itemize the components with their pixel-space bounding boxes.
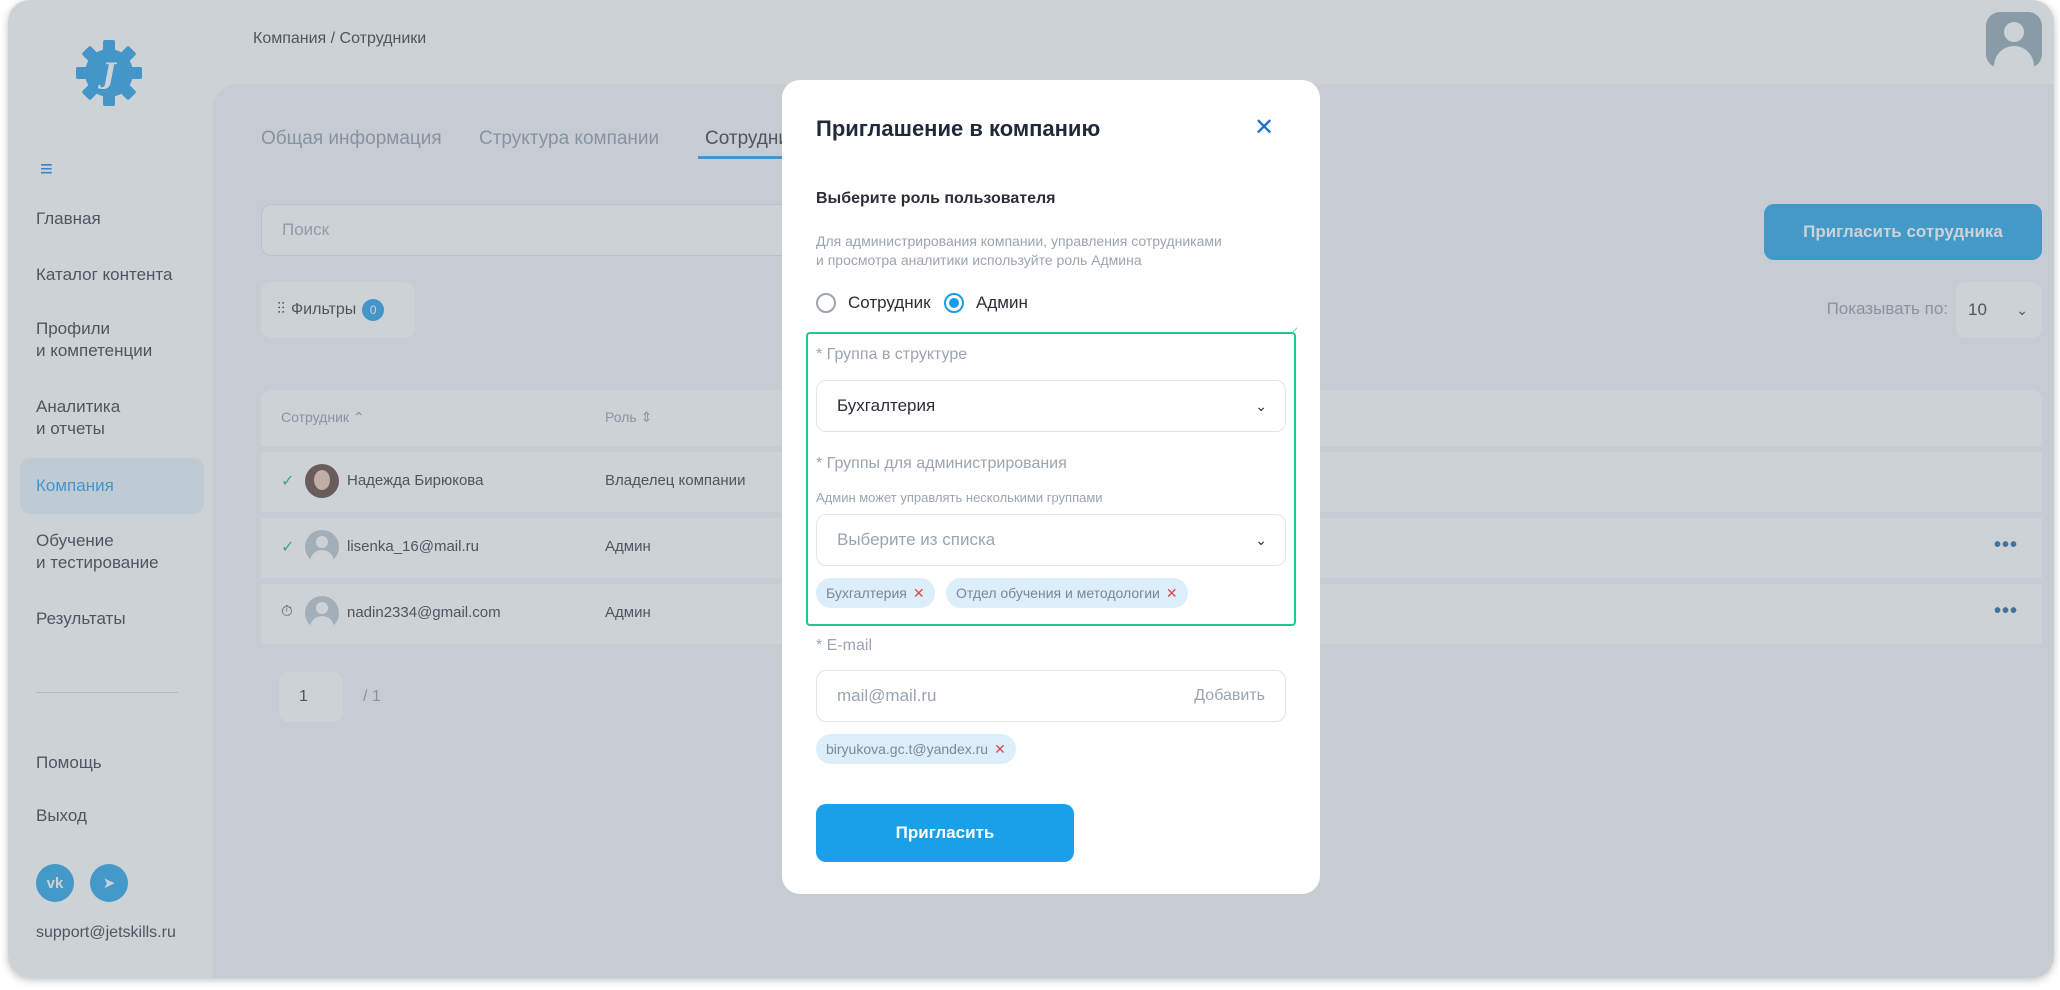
group-field-label: * Группа в структуре bbox=[816, 346, 968, 363]
chip-label: Отдел обучения и методологии bbox=[956, 585, 1160, 601]
email-placeholder: mail@mail.ru bbox=[837, 686, 937, 705]
chip-remove-icon[interactable]: ✕ bbox=[1166, 585, 1178, 601]
chip-remove-icon[interactable]: ✕ bbox=[913, 585, 925, 601]
admin-groups-placeholder: Выберите из списка bbox=[837, 530, 996, 549]
modal-title: Приглашение в компанию bbox=[816, 116, 1101, 141]
chevron-down-icon: ⌄ bbox=[1255, 398, 1267, 414]
email-chip: biryukova.gc.t@yandex.ru ✕ bbox=[816, 734, 1016, 764]
admin-groups-field-label: * Группы для администрирования bbox=[816, 455, 1067, 472]
chip-label: biryukova.gc.t@yandex.ru bbox=[826, 741, 989, 757]
admin-group-chip: Бухгалтерия ✕ bbox=[816, 578, 935, 608]
admin-groups-note: Админ может управлять несколькими группа… bbox=[816, 490, 1103, 505]
invite-submit-button[interactable]: Пригласить bbox=[816, 804, 1074, 862]
admin-groups-select[interactable]: Выберите из списка ⌄ bbox=[816, 514, 1286, 566]
group-select-value: Бухгалтерия bbox=[837, 396, 936, 415]
radio-admin[interactable] bbox=[944, 293, 964, 313]
email-add-button[interactable]: Добавить bbox=[1194, 671, 1265, 721]
email-field-label: * E-mail bbox=[816, 637, 873, 654]
group-select[interactable]: Бухгалтерия ⌄ bbox=[816, 380, 1286, 432]
radio-employee-label[interactable]: Сотрудник bbox=[848, 293, 931, 313]
resize-handle-icon[interactable]: ⸝ bbox=[1292, 318, 1298, 335]
invite-modal: Приглашение в компанию ✕ Выберите роль п… bbox=[782, 80, 1320, 894]
app-window: J ≡ Главная Каталог контента Профили и ко… bbox=[8, 0, 2054, 978]
radio-employee[interactable] bbox=[816, 293, 836, 313]
role-hint: Для администрирования компании, управлен… bbox=[816, 232, 1256, 270]
role-section-title: Выберите роль пользователя bbox=[816, 190, 1056, 207]
chevron-down-icon: ⌄ bbox=[1255, 532, 1267, 548]
close-icon[interactable]: ✕ bbox=[1252, 116, 1276, 140]
role-hint-line: и просмотра аналитики используйте роль А… bbox=[816, 252, 1142, 268]
radio-admin-label[interactable]: Админ bbox=[976, 293, 1028, 313]
email-input[interactable]: mail@mail.ru Добавить bbox=[816, 670, 1286, 722]
role-hint-line: Для администрирования компании, управлен… bbox=[816, 233, 1222, 249]
chip-remove-icon[interactable]: ✕ bbox=[994, 741, 1006, 757]
chip-label: Бухгалтерия bbox=[826, 585, 907, 601]
admin-group-chip: Отдел обучения и методологии ✕ bbox=[946, 578, 1188, 608]
